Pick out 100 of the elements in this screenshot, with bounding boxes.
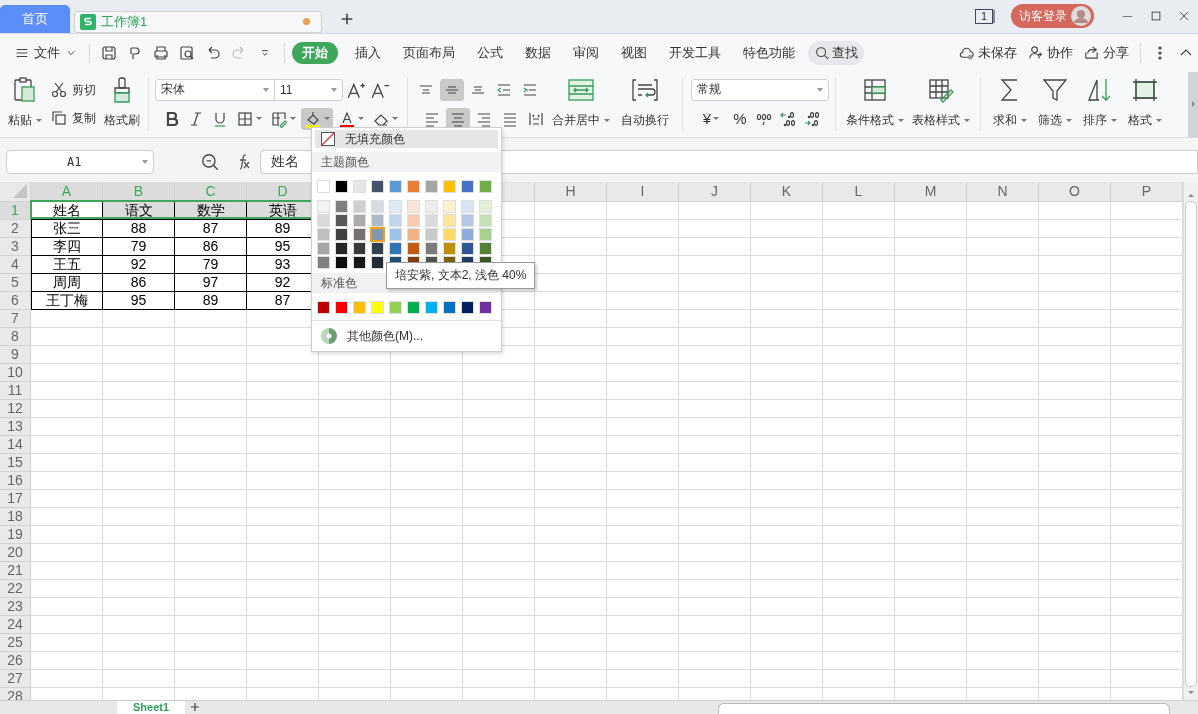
color-swatch[interactable] (443, 241, 456, 255)
ribbon-tab[interactable]: 数据 (516, 41, 560, 64)
ribbon-tab[interactable]: 开发工具 (660, 41, 730, 64)
color-swatch[interactable] (335, 301, 348, 314)
color-swatch[interactable] (425, 227, 438, 241)
color-swatch[interactable] (479, 213, 492, 227)
color-swatch[interactable] (371, 199, 384, 213)
window-count-badge[interactable]: 1 (975, 8, 993, 24)
color-swatch[interactable] (389, 301, 402, 314)
column-header[interactable]: H (535, 181, 607, 202)
color-swatch[interactable] (479, 301, 492, 314)
color-swatch[interactable] (479, 241, 492, 255)
sheet-tab[interactable]: Sheet1 (117, 701, 186, 714)
wrap-text-button[interactable]: 自动换行 (614, 71, 676, 137)
color-swatch[interactable] (353, 227, 366, 241)
color-swatch[interactable] (479, 199, 492, 213)
color-swatch[interactable] (335, 199, 348, 213)
color-swatch[interactable] (317, 241, 330, 255)
share-button[interactable]: 分享 (1079, 43, 1133, 62)
color-swatch[interactable] (317, 199, 330, 213)
column-header[interactable]: J (679, 181, 751, 202)
color-swatch[interactable] (353, 241, 366, 255)
color-swatch[interactable] (371, 301, 384, 314)
color-swatch[interactable] (371, 255, 384, 269)
color-swatch[interactable] (317, 255, 330, 269)
color-swatch[interactable] (407, 301, 420, 314)
ribbon-tab[interactable]: 开始 (292, 41, 338, 64)
color-swatch[interactable] (335, 180, 348, 193)
color-swatch[interactable] (407, 227, 420, 241)
ribbon-tab[interactable]: 审阅 (564, 41, 608, 64)
color-swatch[interactable] (461, 199, 474, 213)
login-button[interactable]: 访客登录 (1011, 4, 1094, 29)
sort-button[interactable]: 排序 (1077, 71, 1122, 137)
color-swatch[interactable] (317, 213, 330, 227)
color-swatch[interactable] (371, 213, 384, 227)
percent-button[interactable]: % (729, 107, 751, 130)
color-swatch[interactable] (407, 213, 420, 227)
color-swatch[interactable] (407, 241, 420, 255)
ribbon-tab[interactable]: 视图 (612, 41, 656, 64)
align-middle-button[interactable] (440, 78, 464, 101)
color-swatch[interactable] (479, 227, 492, 241)
column-header[interactable]: K (751, 181, 823, 202)
color-swatch[interactable] (389, 241, 402, 255)
color-swatch[interactable] (371, 227, 384, 241)
file-menu[interactable]: 文件 (10, 39, 82, 66)
horizontal-scrollbar[interactable] (718, 703, 1170, 714)
column-header[interactable]: P (1111, 181, 1183, 202)
color-swatch[interactable] (443, 199, 456, 213)
column-header[interactable]: L (823, 181, 895, 202)
color-swatch[interactable] (425, 301, 438, 314)
collaborate-button[interactable]: 协作 (1023, 43, 1077, 62)
copy-button[interactable]: 复制 (50, 109, 96, 128)
ribbon-tab[interactable]: 页面布局 (394, 41, 464, 64)
color-swatch[interactable] (335, 227, 348, 241)
select-all-icon[interactable] (13, 183, 27, 198)
color-swatch[interactable] (353, 255, 366, 269)
vertical-scrollbar[interactable] (1183, 181, 1198, 700)
color-swatch[interactable] (425, 199, 438, 213)
color-swatch[interactable] (407, 180, 420, 193)
search-button[interactable]: 查找 (808, 40, 864, 65)
color-swatch[interactable] (317, 301, 330, 314)
color-swatch[interactable] (317, 227, 330, 241)
color-swatch[interactable] (479, 180, 492, 193)
color-swatch[interactable] (443, 301, 456, 314)
format-painter-button[interactable]: 格式刷 (102, 71, 142, 137)
color-swatch[interactable] (353, 199, 366, 213)
align-center-button[interactable] (446, 107, 470, 130)
column-header[interactable]: O (1039, 181, 1111, 202)
color-swatch[interactable] (425, 213, 438, 227)
color-swatch[interactable] (461, 241, 474, 255)
sum-button[interactable]: 求和 (987, 71, 1032, 137)
fill-color-button[interactable] (301, 107, 333, 130)
color-swatch[interactable] (389, 213, 402, 227)
color-swatch[interactable] (443, 227, 456, 241)
column-header[interactable]: I (607, 181, 679, 202)
color-swatch[interactable] (443, 213, 456, 227)
color-swatch[interactable] (371, 180, 384, 193)
format-button[interactable]: 格式 (1122, 71, 1167, 137)
ribbon-tab[interactable]: 插入 (346, 41, 390, 64)
color-swatch[interactable] (407, 199, 420, 213)
no-fill-option[interactable]: 无填充颜色 (315, 130, 498, 148)
save-status-button[interactable]: 未保存 (954, 43, 1021, 62)
cut-button[interactable]: 剪切 (50, 81, 96, 99)
color-swatch[interactable] (335, 255, 348, 269)
conditional-format-button[interactable]: 条件格式 (842, 71, 908, 137)
color-swatch[interactable] (461, 180, 474, 193)
color-swatch[interactable] (353, 180, 366, 193)
paste-button[interactable]: 粘贴 (6, 71, 44, 137)
workbook-tab[interactable]: 工作簿1 (74, 10, 322, 33)
column-header[interactable]: M (895, 181, 967, 202)
ribbon-tab[interactable]: 公式 (468, 41, 512, 64)
font-name-select[interactable]: 宋体 (155, 78, 275, 101)
color-swatch[interactable] (389, 227, 402, 241)
color-swatch[interactable] (425, 180, 438, 193)
color-swatch[interactable] (335, 241, 348, 255)
filter-button[interactable]: 筛选 (1032, 71, 1077, 137)
name-box[interactable]: A1 (6, 149, 154, 174)
color-swatch[interactable] (425, 241, 438, 255)
color-swatch[interactable] (443, 180, 456, 193)
color-swatch[interactable] (353, 301, 366, 314)
